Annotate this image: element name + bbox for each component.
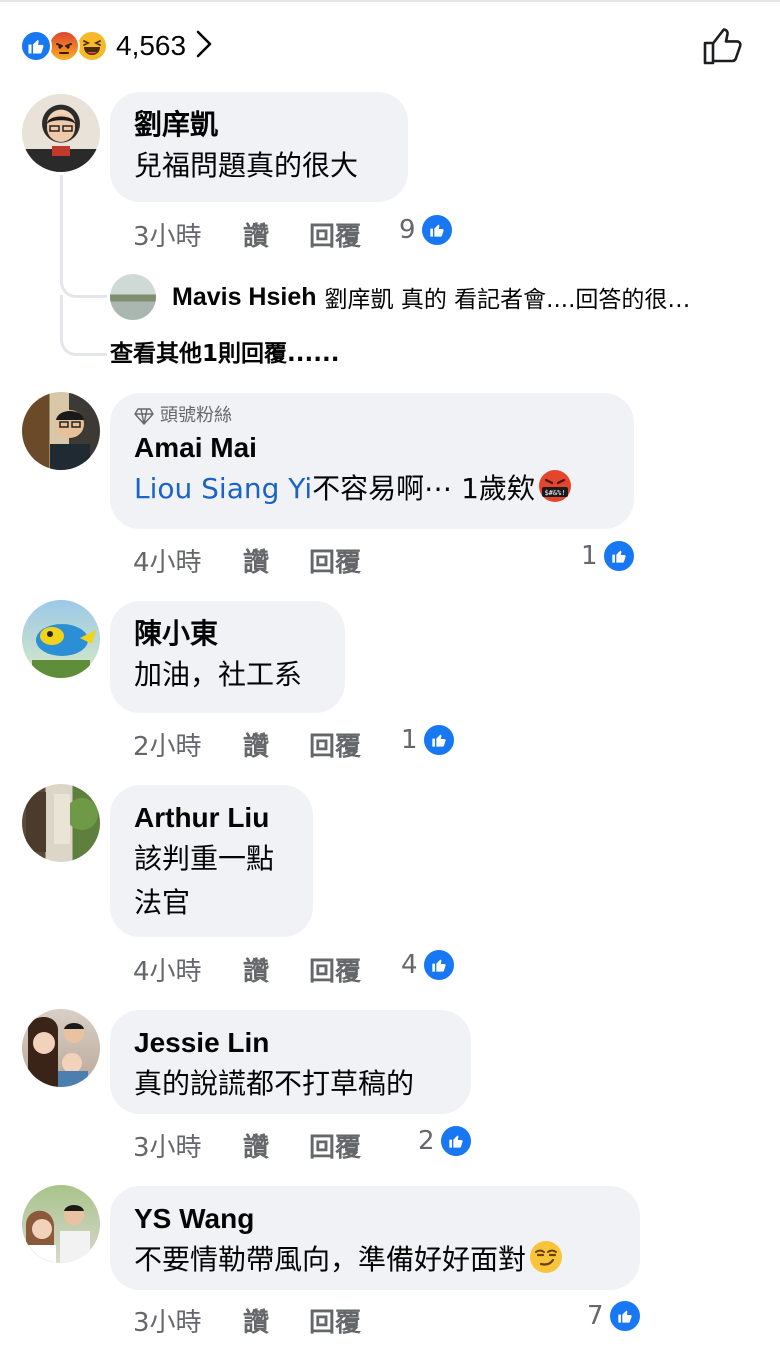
like-button[interactable]: 讚 bbox=[243, 951, 309, 988]
like-button[interactable]: 讚 bbox=[243, 1127, 309, 1164]
comment-text: 該判重一點 bbox=[134, 842, 275, 875]
reply-button[interactable]: 回覆 bbox=[309, 1127, 405, 1164]
comment-time[interactable]: 4小時 bbox=[133, 951, 243, 988]
reply-author[interactable]: Mavis Hsieh bbox=[172, 283, 317, 312]
reply-button[interactable]: 回覆 bbox=[309, 951, 405, 988]
like-icon bbox=[20, 30, 52, 62]
comment-like-count[interactable]: 4 bbox=[401, 948, 456, 982]
comment-text: Liou Siang Yi不容易啊⋯ 1歲欸 $#&%! bbox=[134, 467, 610, 517]
comment-text: 加油，社工系 bbox=[134, 658, 303, 691]
reaction-summary[interactable]: 4,563 bbox=[20, 28, 214, 64]
comment-meta: 2小時 讚 回覆 bbox=[133, 726, 405, 763]
haha-icon bbox=[76, 30, 108, 62]
comment-text: 法官 bbox=[134, 886, 191, 919]
comment-time[interactable]: 2小時 bbox=[133, 726, 243, 763]
like-icon bbox=[607, 1299, 642, 1333]
reply-button[interactable]: 回覆 bbox=[309, 1302, 405, 1339]
avatar[interactable] bbox=[110, 274, 156, 320]
comment-author[interactable]: Arthur Liu bbox=[134, 799, 289, 837]
like-button[interactable]: 讚 bbox=[243, 1302, 309, 1339]
avatar[interactable] bbox=[22, 1185, 100, 1263]
comment-meta: 3小時 讚 回覆 bbox=[133, 216, 405, 253]
comment-author[interactable]: 劉庠凱 bbox=[134, 106, 384, 144]
angry-icon bbox=[48, 30, 80, 62]
reply-button[interactable]: 回覆 bbox=[309, 216, 405, 253]
diamond-icon bbox=[134, 408, 154, 425]
top-divider bbox=[0, 0, 780, 2]
comment-bubble: 陳小東 加油，社工系 bbox=[110, 601, 345, 713]
comment-author[interactable]: Amai Mai bbox=[134, 429, 610, 467]
thumbs-up-outline-icon bbox=[703, 28, 742, 65]
reaction-count: 4,563 bbox=[116, 30, 187, 61]
comment-author[interactable]: 陳小東 bbox=[134, 615, 321, 653]
comment-meta: 3小時 讚 回覆 bbox=[133, 1127, 405, 1164]
comment-text: 不要情勒帶風向，準備好好面對 bbox=[134, 1238, 616, 1288]
like-icon bbox=[421, 948, 456, 982]
avatar[interactable] bbox=[22, 392, 100, 470]
comment-meta: 4小時 讚 回覆 bbox=[133, 542, 405, 579]
comment-bubble: Arthur Liu 該判重一點 法官 bbox=[110, 785, 313, 937]
reply-preview[interactable]: Mavis Hsieh 劉庠凱 真的 看記者會....回答的很… bbox=[110, 274, 690, 320]
avatar[interactable] bbox=[22, 1009, 100, 1087]
like-button[interactable]: 讚 bbox=[243, 216, 309, 253]
comment-like-count[interactable]: 7 bbox=[587, 1299, 642, 1333]
like-post-button[interactable] bbox=[701, 24, 745, 68]
comment-author[interactable]: YS Wang bbox=[134, 1200, 616, 1238]
thread-line bbox=[60, 175, 107, 298]
reply-button[interactable]: 回覆 bbox=[309, 726, 405, 763]
comment-bubble: Jessie Lin 真的說謊都不打草稿的 bbox=[110, 1010, 471, 1114]
chevron-right-icon bbox=[194, 29, 214, 63]
comment-time[interactable]: 3小時 bbox=[133, 1302, 243, 1339]
like-button[interactable]: 讚 bbox=[243, 726, 309, 763]
like-icon bbox=[601, 539, 636, 573]
comment-time[interactable]: 3小時 bbox=[133, 216, 243, 253]
comment-bubble: 劉庠凱 兒福問題真的很大 bbox=[110, 92, 408, 202]
mention-link[interactable]: Liou Siang Yi bbox=[134, 472, 312, 505]
like-icon bbox=[421, 723, 456, 757]
comment-time[interactable]: 3小時 bbox=[133, 1127, 243, 1164]
smirk-emoji-icon bbox=[528, 1239, 564, 1288]
view-more-replies-link[interactable]: 查看其他1則回覆...... bbox=[110, 334, 339, 368]
avatar[interactable] bbox=[22, 784, 100, 862]
avatar[interactable] bbox=[22, 94, 100, 172]
comment-like-count[interactable]: 9 bbox=[399, 213, 454, 247]
svg-text:$#&%!: $#&%! bbox=[544, 489, 565, 497]
comment-meta: 3小時 讚 回覆 bbox=[133, 1302, 405, 1339]
comment-like-count[interactable]: 1 bbox=[581, 539, 636, 573]
comment-time[interactable]: 4小時 bbox=[133, 542, 243, 579]
reply-text: 劉庠凱 真的 看記者會....回答的很… bbox=[324, 287, 691, 313]
comment-like-count[interactable]: 2 bbox=[418, 1124, 473, 1158]
swearing-emoji-icon: $#&%! bbox=[537, 468, 573, 517]
comment-like-count[interactable]: 1 bbox=[401, 723, 456, 757]
comment-author[interactable]: Jessie Lin bbox=[134, 1024, 447, 1062]
comment-bubble: YS Wang 不要情勒帶風向，準備好好面對 bbox=[110, 1186, 640, 1290]
like-button[interactable]: 讚 bbox=[243, 542, 309, 579]
comment-text: 兒福問題真的很大 bbox=[134, 149, 359, 182]
comment-text: 真的說謊都不打草稿的 bbox=[134, 1067, 415, 1100]
avatar[interactable] bbox=[22, 600, 100, 678]
thread-line bbox=[60, 295, 107, 356]
comment-meta: 4小時 讚 回覆 bbox=[133, 951, 405, 988]
top-fan-badge: 頭號粉絲 bbox=[134, 403, 610, 429]
like-icon bbox=[438, 1124, 473, 1158]
reply-button[interactable]: 回覆 bbox=[309, 542, 405, 579]
comment-bubble: 頭號粉絲 Amai Mai Liou Siang Yi不容易啊⋯ 1歲欸 $#&… bbox=[110, 393, 634, 529]
like-icon bbox=[419, 213, 454, 247]
